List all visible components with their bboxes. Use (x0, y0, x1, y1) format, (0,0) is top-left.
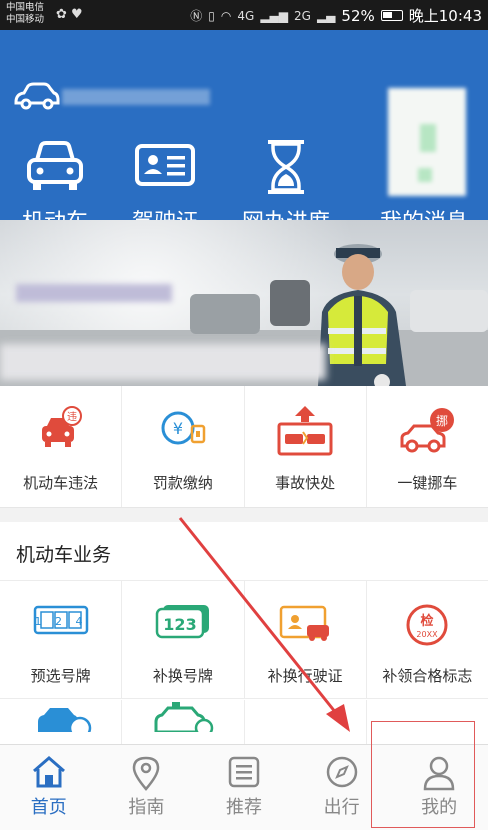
plate-digits: 1 2 4 (34, 615, 87, 628)
business-replace-plate-label: 补换号牌 (152, 667, 213, 685)
quick-violation-badge: 违 (67, 411, 77, 423)
status-right: Ⓝ ▯ ◠ 4G ▂▄▆ 2G ▂▄ 52% 晚上10:43 (190, 5, 482, 26)
notification-icons: ✿ ♥ (56, 7, 83, 22)
business-inspection-mark[interactable]: 检 20XX 补领合格标志 (367, 581, 488, 698)
quick-violation[interactable]: 违 机动车违法 (0, 386, 123, 507)
plate-replace-icon: 123 (155, 605, 209, 639)
bottom-nav-recommend[interactable]: 推荐 (195, 745, 293, 830)
clock: 晚上10:43 (408, 7, 482, 25)
carrier-info: 中国电信 中国移动 (6, 2, 44, 26)
bottom-nav-travel[interactable]: 出行 (293, 745, 391, 830)
user-icon (423, 756, 455, 791)
quick-fine-label: 罚款缴纳 (152, 474, 213, 492)
car-green-partial-icon (154, 702, 214, 732)
quick-fine-payment[interactable]: ¥ 罚款缴纳 (122, 386, 245, 507)
car-violation-icon: 违 (41, 406, 82, 447)
network-type-2: 2G (294, 8, 311, 23)
business-replace-plate[interactable]: 123 补换号牌 (122, 581, 245, 698)
plate-select-icon: 1 2 4 (33, 605, 88, 635)
vehicle-license-icon (279, 605, 330, 641)
network-type: 4G (237, 8, 255, 23)
business-replace-license-label: 补换行驶证 (267, 667, 343, 685)
blurred-banner-text (16, 284, 172, 302)
inspection-badge-icon: 检 20XX (406, 604, 448, 646)
business-grid: 1 2 4 预选号牌 123 补换号牌 补换行驶证 检 20XX 补领合格标志 (0, 581, 488, 699)
vibrate-icon: ▯ (208, 8, 215, 23)
bottom-nav-mine[interactable]: 我的 (390, 745, 488, 830)
wechat-icon: ✿ (56, 7, 67, 22)
car-icon (27, 141, 83, 190)
business-inspection-label: 补领合格标志 (382, 667, 473, 685)
bottom-nav-guide-label: 指南 (128, 797, 165, 818)
blurred-banner-text (0, 344, 326, 380)
bottom-nav-travel-label: 出行 (323, 797, 360, 818)
business-replace-license[interactable]: 补换行驶证 (245, 581, 367, 698)
yen-coin-icon: ¥ (161, 411, 206, 445)
quick-violation-label: 机动车违法 (23, 474, 99, 492)
business-grid-row2 (0, 700, 488, 748)
battery-percent: 52% (341, 6, 375, 25)
business-row2-item[interactable] (245, 700, 367, 748)
quick-move-badge: 挪 (436, 414, 448, 428)
banner-car (410, 290, 488, 332)
accident-icon (277, 406, 333, 456)
business-row2-item[interactable] (367, 700, 488, 748)
bottom-nav-home[interactable]: 首页 (0, 745, 98, 830)
signal-icon-2: ▂▄ (316, 8, 336, 23)
bottom-nav-guide[interactable]: 指南 (98, 745, 196, 830)
status-bar: 中国电信 中国移动 ✿ ♥ Ⓝ ▯ ◠ 4G ▂▄▆ 2G ▂▄ 52% 晚上1… (0, 0, 488, 30)
business-preselect-label: 预选号牌 (30, 667, 91, 685)
quick-services: 违 机动车违法 ¥ 罚款缴纳 事故快处 挪 一键挪车 (0, 386, 488, 508)
quick-fine-badge: ¥ (173, 419, 183, 438)
vehicle-business-section: 机动车业务 1 2 4 预选号牌 123 补换号牌 补换行驶证 检 20XX 补… (0, 522, 488, 748)
banner-car (270, 280, 310, 326)
app-logo-icon (14, 82, 60, 110)
app-header: 机动车 驾驶证 网办进度 我的消息 (0, 30, 488, 235)
health-icon: ♥ (71, 7, 83, 22)
business-row2-item[interactable] (0, 700, 123, 748)
business-row2-item[interactable] (122, 700, 245, 748)
document-list-icon (228, 756, 260, 788)
quick-accident[interactable]: 事故快处 (245, 386, 367, 507)
inspection-badge-bottom: 20XX (417, 630, 439, 639)
carrier-2: 中国移动 (6, 14, 45, 25)
compass-icon (326, 756, 357, 788)
carrier-1: 中国电信 (6, 2, 45, 13)
quick-accident-label: 事故快处 (275, 474, 336, 492)
business-preselect-plate[interactable]: 1 2 4 预选号牌 (0, 581, 123, 698)
nfc-icon: Ⓝ (190, 9, 203, 23)
wifi-icon: ◠ (220, 8, 232, 23)
quick-move-car[interactable]: 挪 一键挪车 (367, 386, 488, 507)
license-card-icon (135, 144, 195, 186)
move-car-icon: 挪 (400, 408, 455, 453)
quick-move-label: 一键挪车 (397, 474, 458, 492)
bottom-navigation: 首页 指南 推荐 出行 我的 (0, 744, 488, 830)
bottom-nav-mine-label: 我的 (421, 797, 458, 818)
car-partial-icon (38, 708, 92, 732)
blurred-username (62, 89, 210, 105)
location-pin-icon (133, 756, 160, 791)
battery-icon (380, 10, 403, 21)
promo-banner[interactable] (0, 220, 488, 386)
banner-car (190, 294, 260, 334)
bottom-nav-recommend-label: 推荐 (225, 797, 262, 818)
section-title: 机动车业务 (16, 544, 112, 566)
hourglass-icon (268, 140, 304, 194)
signal-icon: ▂▄▆ (260, 8, 289, 23)
plate-number: 123 (163, 615, 196, 634)
home-icon (32, 756, 65, 788)
inspection-badge-top: 检 (421, 613, 434, 629)
bottom-nav-home-label: 首页 (30, 797, 67, 818)
